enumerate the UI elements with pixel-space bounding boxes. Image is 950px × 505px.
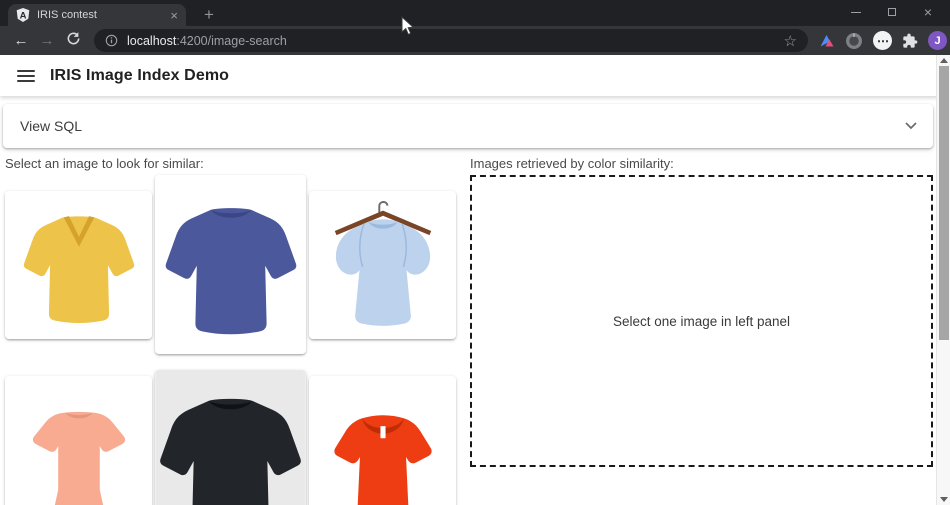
gallery-panel: Select an image to look for similar: (0, 148, 467, 505)
svg-text:A: A (20, 11, 27, 22)
app-header: IRIS Image Index Demo (0, 55, 950, 96)
angular-favicon: A (16, 8, 30, 22)
page-title: IRIS Image Index Demo (50, 67, 229, 85)
app-page: IRIS Image Index Demo View SQL Select an… (0, 55, 950, 505)
colorful-extension-icon[interactable] (819, 33, 835, 49)
url-text: localhost:4200/image-search (127, 34, 287, 48)
image-grid (5, 175, 467, 505)
forward-button[interactable]: → (34, 32, 60, 49)
browser-tab-strip: A IRIS contest × + × (0, 0, 950, 26)
results-heading: Images retrieved by color similarity: (470, 156, 933, 171)
results-dropzone: Select one image in left panel (470, 175, 933, 467)
browser-tab[interactable]: A IRIS contest × (8, 4, 186, 26)
minimize-button[interactable] (838, 0, 874, 24)
empty-results-message: Select one image in left panel (613, 314, 790, 329)
reload-icon (66, 31, 81, 46)
light-blue-blouse-image (321, 197, 445, 333)
back-button[interactable]: ← (8, 32, 34, 49)
dots-extension-icon[interactable]: ⋯ (873, 31, 892, 50)
orange-crop-top-image (319, 396, 447, 505)
gallery-card-peach-onesie[interactable] (5, 376, 152, 505)
tab-title: IRIS contest (37, 9, 163, 21)
scrollbar-up-arrow[interactable] (940, 58, 948, 63)
extensions-row: ⋯ J ⋮ (819, 31, 950, 50)
bookmark-star-icon[interactable]: ☆ (784, 32, 797, 50)
window-controls: × (838, 0, 946, 24)
gallery-card-yellow-vneck-tee[interactable] (5, 191, 152, 339)
blue-crew-tee-image (161, 191, 301, 339)
view-sql-expansion-panel[interactable]: View SQL (3, 104, 933, 148)
main-content: Select an image to look for similar: (0, 148, 950, 505)
extensions-puzzle-icon[interactable] (902, 33, 918, 49)
maximize-button[interactable] (874, 0, 910, 24)
new-tab-button[interactable]: + (197, 3, 221, 27)
gallery-heading: Select an image to look for similar: (5, 156, 467, 171)
profile-avatar[interactable]: J (928, 31, 947, 50)
browser-toolbar: ← → localhost:4200/image-search ☆ ⋯ (0, 26, 950, 55)
gallery-card-black-crew-tee[interactable] (155, 370, 306, 505)
gallery-card-orange-crop-top[interactable] (309, 376, 456, 505)
window-close-button[interactable]: × (910, 0, 946, 24)
site-info-icon[interactable] (105, 34, 118, 47)
address-bar[interactable]: localhost:4200/image-search ☆ (94, 29, 808, 52)
chevron-down-icon[interactable] (905, 122, 917, 130)
page-scrollbar[interactable] (936, 55, 950, 505)
peach-onesie-image (16, 394, 142, 505)
gray-extension-icon[interactable] (845, 32, 863, 50)
black-crew-tee-image (155, 370, 306, 505)
gallery-card-light-blue-blouse[interactable] (309, 191, 456, 339)
maximize-icon (888, 8, 896, 16)
view-sql-label: View SQL (20, 118, 905, 134)
minimize-icon (851, 12, 861, 13)
scrollbar-down-arrow[interactable] (940, 497, 948, 502)
yellow-vneck-tee-image (20, 202, 138, 327)
results-panel: Images retrieved by color similarity: Se… (467, 148, 950, 467)
hamburger-menu-icon[interactable] (17, 70, 35, 82)
scrollbar-thumb[interactable] (939, 66, 949, 340)
reload-button[interactable] (60, 31, 86, 50)
tab-close-icon[interactable]: × (170, 9, 178, 22)
gallery-card-blue-crew-tee[interactable] (155, 175, 306, 354)
